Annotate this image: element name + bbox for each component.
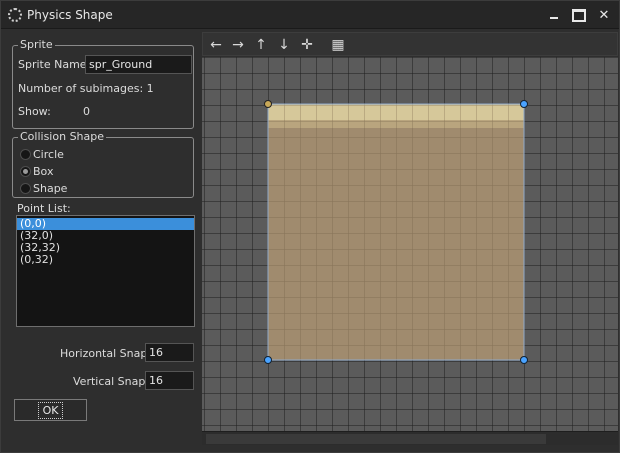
show-value: 0 bbox=[83, 105, 90, 118]
point-list[interactable]: (0,0) (32,0) (32,32) (0,32) bbox=[16, 215, 195, 327]
radio-circle-label[interactable]: Circle bbox=[33, 148, 64, 161]
subimages-count-text: Number of subimages: 1 bbox=[18, 82, 154, 95]
radio-circle-indicator[interactable] bbox=[20, 149, 31, 160]
center-cross-icon[interactable]: ✛ bbox=[298, 36, 316, 54]
sprite-name-field[interactable]: spr_Ground bbox=[85, 55, 192, 74]
horizontal-snap-label: Horizontal Snap: bbox=[60, 347, 152, 360]
sprite-group-title: Sprite bbox=[18, 38, 55, 51]
ok-button[interactable]: OK bbox=[14, 399, 87, 421]
point-handle-1[interactable] bbox=[520, 100, 528, 108]
collision-group-title: Collision Shape bbox=[18, 130, 107, 143]
horizontal-scrollbar[interactable] bbox=[202, 431, 618, 445]
radio-shape-label[interactable]: Shape bbox=[33, 182, 67, 195]
ok-button-label[interactable]: OK bbox=[37, 401, 64, 419]
close-button[interactable]: ✕ bbox=[593, 7, 615, 23]
arrow-right-icon[interactable]: → bbox=[229, 36, 247, 54]
arrow-left-icon[interactable]: ← bbox=[207, 36, 225, 54]
shape-canvas-svg[interactable] bbox=[202, 57, 618, 431]
radio-shape-indicator[interactable] bbox=[20, 183, 31, 194]
point-handle-2[interactable] bbox=[520, 356, 528, 364]
arrow-up-icon[interactable]: ↑ bbox=[252, 36, 270, 54]
radio-box-label[interactable]: Box bbox=[33, 165, 53, 178]
physics-shape-window: Physics Shape ✕ Sprite Sprite Name: spr_… bbox=[0, 0, 620, 453]
maximize-button[interactable] bbox=[568, 7, 590, 23]
minimize-button[interactable] bbox=[543, 7, 565, 23]
window-title: Physics Shape bbox=[27, 8, 113, 22]
point-list-label: Point List: bbox=[17, 202, 71, 215]
point-handle-3[interactable] bbox=[264, 356, 272, 364]
list-item[interactable]: (0,32) bbox=[17, 254, 194, 266]
show-label: Show: bbox=[18, 105, 51, 118]
arrow-down-icon[interactable]: ↓ bbox=[275, 36, 293, 54]
app-icon bbox=[8, 8, 22, 22]
horizontal-snap-field[interactable]: 16 bbox=[145, 343, 194, 362]
radio-box-indicator[interactable] bbox=[20, 166, 31, 177]
vertical-snap-field[interactable]: 16 bbox=[145, 371, 194, 390]
grid-toggle-icon[interactable]: ▦ bbox=[329, 36, 347, 54]
toolbar: ← → ↑ ↓ ✛ ▦ bbox=[202, 32, 618, 56]
point-handle-0[interactable] bbox=[264, 100, 272, 108]
vertical-snap-label: Vertical Snap: bbox=[73, 375, 150, 388]
title-bar[interactable]: Physics Shape ✕ bbox=[1, 1, 619, 29]
scrollbar-thumb[interactable] bbox=[206, 434, 546, 444]
sprite-name-label: Sprite Name: bbox=[18, 58, 91, 71]
shape-canvas[interactable] bbox=[202, 57, 618, 431]
sprite-grid-overlay bbox=[268, 104, 524, 360]
